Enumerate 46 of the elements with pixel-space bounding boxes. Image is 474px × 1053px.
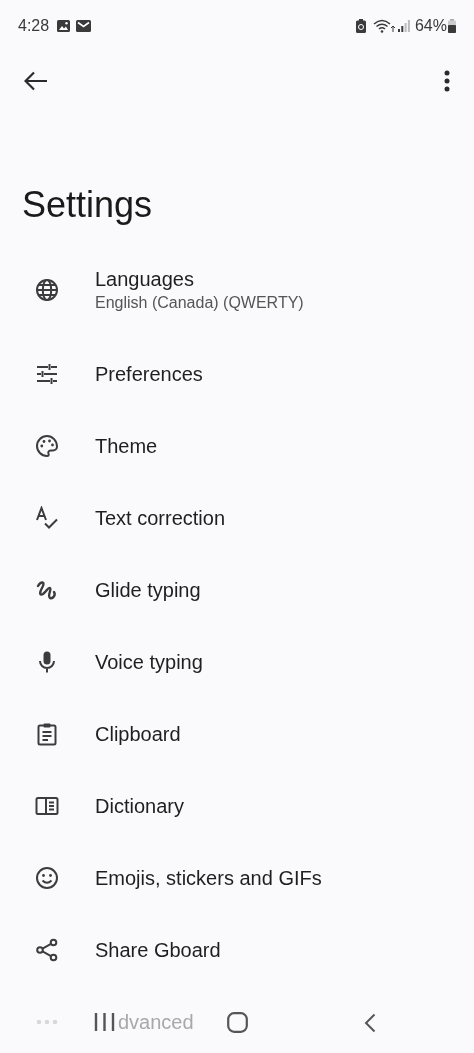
wifi-icon	[372, 19, 395, 33]
back-arrow-icon[interactable]	[24, 71, 48, 91]
settings-item[interactable]: Text correction	[0, 482, 474, 554]
item-label: Share Gboard	[95, 938, 221, 963]
item-label: Dictionary	[95, 794, 184, 819]
item-label: Emojis, stickers and GIFs	[95, 866, 322, 891]
settings-item[interactable]: Share Gboard	[0, 914, 474, 986]
settings-item[interactable]: Dictionary	[0, 770, 474, 842]
back-icon[interactable]	[364, 1013, 376, 1033]
battery-percentage: 64%	[414, 16, 447, 36]
settings-item[interactable]: Preferences	[0, 338, 474, 410]
smiley-icon	[35, 866, 59, 890]
more-options-icon[interactable]	[444, 70, 450, 92]
item-label: Preferences	[95, 362, 203, 387]
item-label: Glide typing	[95, 578, 201, 603]
globe-icon	[35, 278, 59, 302]
settings-item[interactable]: Glide typing	[0, 554, 474, 626]
settings-item[interactable]: Languages English (Canada) (QWERTY)	[0, 242, 474, 338]
battery-icon	[448, 19, 456, 33]
item-label: Clipboard	[95, 722, 181, 747]
palette-icon	[35, 434, 59, 458]
page-title: Settings	[22, 183, 154, 227]
settings-item[interactable]: Emojis, stickers and GIFs	[0, 842, 474, 914]
squiggle-icon	[35, 578, 59, 602]
signal-icon	[397, 20, 410, 32]
item-label: Voice typing	[95, 650, 203, 675]
home-icon[interactable]	[227, 1012, 248, 1033]
settings-item[interactable]: Theme	[0, 410, 474, 482]
recent-apps-icon[interactable]	[94, 1012, 115, 1032]
item-label: Text correction	[95, 506, 226, 531]
image-notification-icon	[57, 20, 71, 32]
book-icon	[35, 794, 59, 818]
status-time: 4:28	[18, 16, 50, 36]
settings-item[interactable]: Clipboard	[0, 698, 474, 770]
item-label: dvanced	[118, 1010, 194, 1035]
more-dots-icon	[36, 1019, 58, 1025]
item-subtitle: English (Canada) (QWERTY)	[95, 293, 304, 313]
item-label: Languages	[95, 267, 195, 292]
battery-saver-icon	[355, 19, 366, 33]
settings-item[interactable]: Voice typing	[0, 626, 474, 698]
item-label: Theme	[95, 434, 158, 459]
share-icon	[35, 938, 59, 962]
mail-icon	[76, 20, 92, 32]
spellcheck-icon	[35, 506, 59, 530]
clipboard-icon	[35, 722, 59, 746]
sliders-icon	[35, 362, 59, 386]
